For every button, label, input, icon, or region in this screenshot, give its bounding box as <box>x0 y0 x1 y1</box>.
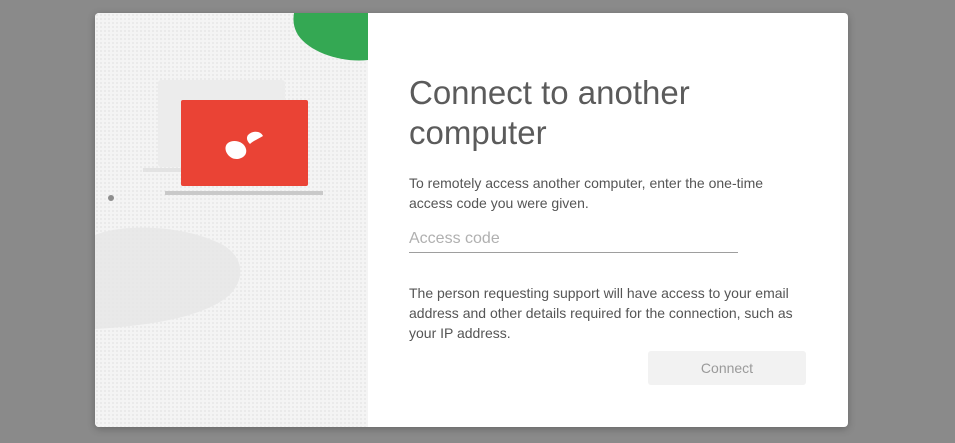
connect-button[interactable]: Connect <box>648 351 806 385</box>
grey-blob <box>95 227 241 329</box>
dialog-illustration <box>95 13 368 427</box>
instructions-text: To remotely access another computer, ent… <box>409 175 764 211</box>
laptop-screen <box>181 100 308 186</box>
connect-dialog: Connect to another computer To remotely … <box>95 13 848 427</box>
dialog-title: Connect to another computer <box>409 74 690 151</box>
laptop-base <box>165 191 323 195</box>
decorative-dot <box>108 195 114 201</box>
access-code-input[interactable] <box>409 226 738 253</box>
dialog-content: Connect to another computer To remotely … <box>368 13 848 427</box>
privacy-notice: The person requesting support will have … <box>409 285 793 341</box>
illustration-art <box>95 13 368 329</box>
green-blob <box>293 13 368 61</box>
